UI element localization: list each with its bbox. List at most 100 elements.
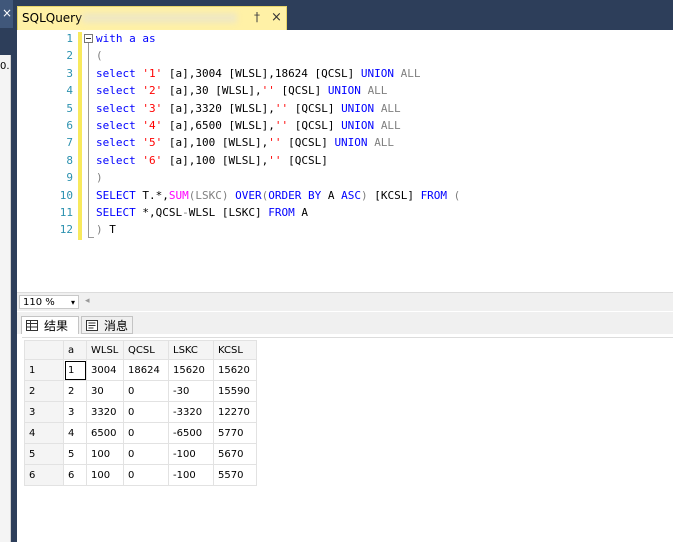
table-row[interactable]: 6 6 100 0 -100 5570 — [24, 464, 257, 486]
fold-guide-end — [88, 237, 94, 238]
side-tab[interactable]: × — [0, 0, 13, 28]
line-number: 6 — [66, 119, 73, 132]
row-number[interactable]: 2 — [24, 380, 64, 402]
side-panel: 0. — [0, 55, 11, 542]
grid-cell[interactable]: 1 — [63, 359, 87, 381]
table-row[interactable]: 5 5 100 0 -100 5670 — [24, 443, 257, 465]
column-header[interactable]: KCSL — [213, 340, 257, 360]
code-token: [QCSL] — [288, 101, 342, 115]
row-number[interactable]: 4 — [24, 422, 64, 444]
tab-sqlquery[interactable]: SQLQuery † × — [17, 6, 287, 30]
grid-cell[interactable]: 15620 — [213, 359, 257, 381]
grid-cell[interactable]: 6500 — [86, 422, 124, 444]
grid-cell[interactable]: 18624 — [123, 359, 169, 381]
code-token: '4' — [142, 119, 163, 132]
line-number: 12 — [59, 223, 73, 237]
grid-cell[interactable]: -3320 — [168, 401, 214, 423]
grid-cell[interactable]: 0 — [123, 464, 169, 486]
code-line[interactable]: select '4' [a],6500 [WLSL],'' [QCSL] UNI… — [96, 117, 401, 134]
code-token: ) — [360, 188, 375, 202]
close-icon[interactable]: × — [271, 10, 282, 25]
table-row[interactable]: 2 2 30 0 -30 15590 — [24, 380, 257, 402]
grid-cell[interactable]: 0 — [123, 422, 169, 444]
line-number: 9 — [66, 171, 73, 185]
grid-cell[interactable]: 0 — [123, 380, 169, 402]
grid-cell[interactable]: 15590 — [213, 380, 257, 402]
code-line[interactable]: select '3' [a],3320 [WLSL],'' [QCSL] UNI… — [96, 100, 401, 117]
grid-cell[interactable]: 0 — [123, 443, 169, 465]
column-header[interactable]: QCSL — [123, 340, 169, 360]
grid-cell[interactable]: 100 — [86, 443, 124, 465]
column-header[interactable]: a — [63, 340, 87, 360]
code-line[interactable]: with a as — [96, 30, 156, 47]
row-number[interactable]: 3 — [24, 401, 64, 423]
zoom-dropdown[interactable]: 110 % ▾ — [19, 295, 79, 309]
grid-cell[interactable]: 100 — [86, 464, 124, 486]
code-token: ORDER BY — [268, 188, 328, 202]
grid-cell[interactable]: 5 — [63, 443, 87, 465]
grid-cell[interactable]: 3320 — [86, 401, 124, 423]
line-number: 1 — [66, 32, 73, 45]
row-number[interactable]: 6 — [24, 464, 64, 486]
code-token: '' — [274, 101, 289, 115]
code-token: [a],100 [WLSL], — [162, 153, 269, 167]
grid-cell[interactable]: 5570 — [213, 464, 257, 486]
scroll-left-icon[interactable]: ◂ — [85, 296, 90, 306]
fold-guide — [88, 43, 89, 237]
grid-cell[interactable]: 5670 — [213, 443, 257, 465]
table-row[interactable]: 3 3 3320 0 -3320 12270 — [24, 401, 257, 423]
code-line[interactable]: select '5' [a],100 [WLSL],'' [QCSL] UNIO… — [96, 134, 394, 151]
grid-cell[interactable]: 12270 — [213, 401, 257, 423]
grid-icon — [26, 320, 38, 331]
code-token: ) — [96, 171, 103, 185]
code-token: [a],3320 [WLSL], — [162, 101, 275, 115]
table-row[interactable]: 1 1 3004 18624 15620 15620 — [24, 359, 257, 381]
code-token: WLSL [LSKC] — [188, 206, 269, 219]
grid-cell[interactable]: 15620 — [168, 359, 214, 381]
code-token: *,QCSL — [142, 206, 183, 219]
code-token: ALL — [374, 136, 395, 150]
sql-editor[interactable]: 1 2 3 4 5 6 7 8 9 10 11 12 with a as(select '1' [a]… — [17, 30, 673, 292]
redacted-region — [82, 13, 237, 23]
tab-messages[interactable]: 消息 — [81, 316, 133, 334]
collapse-icon[interactable] — [84, 34, 93, 43]
table-row[interactable]: 4 4 6500 0 -6500 5770 — [24, 422, 257, 444]
column-header[interactable]: LSKC — [168, 340, 214, 360]
grid-cell[interactable]: -30 — [168, 380, 214, 402]
editor-status-strip: 110 % ▾ ◂ — [17, 292, 673, 311]
grid-cell[interactable]: 30 — [86, 380, 124, 402]
code-token: UNION — [341, 119, 381, 132]
grid-cell[interactable]: 4 — [63, 422, 87, 444]
row-number[interactable]: 1 — [24, 359, 64, 381]
grid-cell[interactable]: 3 — [63, 401, 87, 423]
code-token: [QCSL] — [281, 153, 328, 167]
code-line[interactable]: ) T — [96, 221, 116, 238]
code-line[interactable]: SELECT *,QCSL-WLSL [LSKC] FROM A — [96, 204, 308, 221]
grid-cell[interactable]: 2 — [63, 380, 87, 402]
code-token: ) — [96, 223, 110, 237]
code-line[interactable]: select '2' [a],30 [WLSL],'' [QCSL] UNION… — [96, 82, 387, 99]
code-line[interactable]: ( — [96, 47, 103, 64]
grid-cell[interactable]: 6 — [63, 464, 87, 486]
line-number: 5 — [66, 101, 73, 115]
row-header-corner[interactable] — [24, 340, 64, 360]
code-line[interactable]: ) — [96, 169, 103, 186]
pin-icon[interactable]: † — [254, 10, 260, 24]
line-number: 8 — [66, 153, 73, 167]
code-line[interactable]: select '6' [a],100 [WLSL],'' [QCSL] — [96, 152, 328, 169]
grid-cell[interactable]: -100 — [168, 443, 214, 465]
tab-results[interactable]: 结果 — [21, 316, 79, 334]
results-grid: a WLSL QCSL LSKC KCSL 1 1 3004 18624 15620 15… — [24, 340, 257, 486]
row-number[interactable]: 5 — [24, 443, 64, 465]
grid-cell[interactable]: 5770 — [213, 422, 257, 444]
grid-cell[interactable]: -100 — [168, 464, 214, 486]
grid-cell[interactable]: -6500 — [168, 422, 214, 444]
code-line[interactable]: SELECT T.*,SUM(LSKC) OVER (ORDER BY A ASC… — [96, 187, 460, 204]
solution-explorer-strip: × 0. — [0, 0, 13, 542]
code-line[interactable]: select '1' [a],3004 [WLSL],18624 [QCSL] … — [96, 65, 421, 82]
grid-cell[interactable]: 0 — [123, 401, 169, 423]
grid-cell[interactable]: 3004 — [86, 359, 124, 381]
column-header[interactable]: WLSL — [86, 340, 124, 360]
code-token: '' — [274, 119, 289, 132]
close-icon[interactable]: × — [2, 6, 12, 20]
